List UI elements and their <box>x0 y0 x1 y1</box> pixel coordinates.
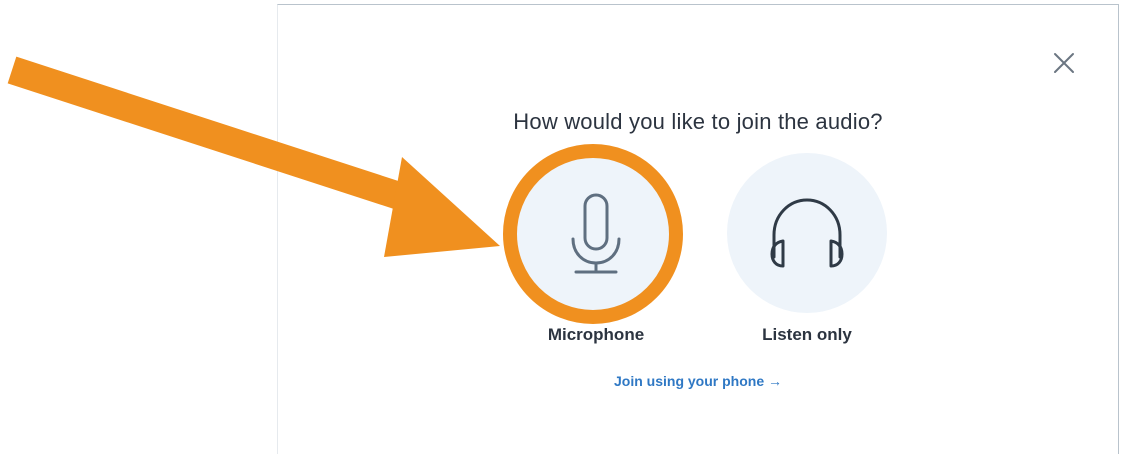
listen-only-label: Listen only <box>762 325 852 344</box>
screenshot-stage: How would you like to join the audio? Mi… <box>0 0 1124 457</box>
listen-only-option[interactable]: Listen only <box>727 153 887 345</box>
join-audio-dialog: How would you like to join the audio? Mi… <box>277 4 1119 454</box>
join-by-phone-link[interactable]: Join using your phone → <box>278 373 1118 389</box>
microphone-button[interactable] <box>516 153 676 313</box>
microphone-icon <box>571 193 621 274</box>
dialog-title: How would you like to join the audio? <box>513 109 883 134</box>
listen-only-button[interactable] <box>727 153 887 313</box>
microphone-label: Microphone <box>547 325 645 344</box>
microphone-option[interactable]: Microphone <box>516 153 676 345</box>
close-button[interactable] <box>1052 51 1076 75</box>
headphones-icon <box>770 198 844 268</box>
close-icon <box>1054 53 1074 73</box>
